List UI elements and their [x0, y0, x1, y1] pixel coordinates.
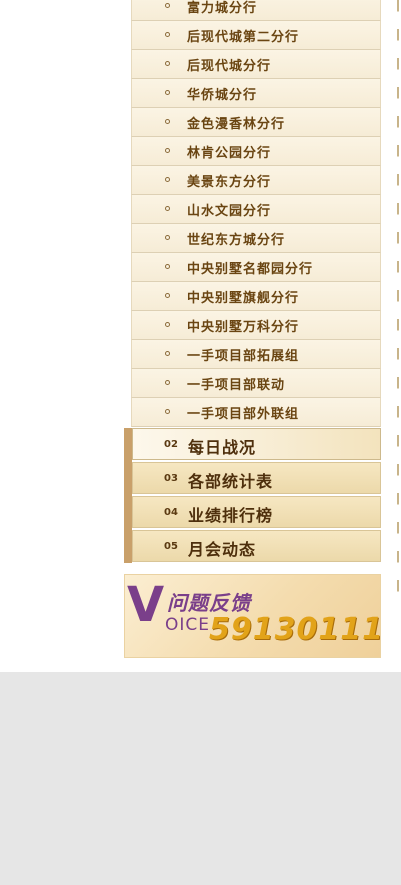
menu-item-number: 05 — [164, 541, 178, 552]
submenu-item-label: 中央别墅旗舰分行 — [187, 291, 300, 306]
bullet-icon — [165, 409, 170, 414]
voice-logo-v: V — [127, 577, 165, 633]
submenu-item-houxiandai-2[interactable]: 后现代城第二分行 — [131, 21, 381, 50]
bullet-icon — [165, 3, 170, 8]
submenu-item-liandong[interactable]: 一手项目部联动 — [131, 369, 381, 398]
submenu-item-label: 一手项目部联动 — [187, 378, 286, 393]
menu-item-number: 04 — [164, 507, 178, 518]
bullet-icon — [165, 61, 170, 66]
submenu-item-tuozhan[interactable]: 一手项目部拓展组 — [131, 340, 381, 369]
submenu-item-label: 美景东方分行 — [187, 175, 272, 190]
submenu-item-label: 华侨城分行 — [187, 88, 258, 103]
bullet-icon — [165, 90, 170, 95]
submenu-item-label: 山水文园分行 — [187, 204, 272, 219]
menu-item-monthly-news[interactable]: 05 月会动态 — [132, 530, 381, 562]
branch-submenu: 富力城分行 后现代城第二分行 后现代城分行 华侨城分行 金色漫香林分行 林肯公园… — [131, 0, 381, 427]
submenu-item-label: 一手项目部拓展组 — [187, 349, 300, 364]
submenu-item-label: 一手项目部外联组 — [187, 407, 300, 422]
main-menu: 02 每日战况 03 各部统计表 04 业绩排行榜 05 月会动态 — [132, 428, 381, 564]
footer-background — [0, 672, 401, 885]
bullet-icon — [165, 322, 170, 327]
submenu-item-shiji[interactable]: 世纪东方城分行 — [131, 224, 381, 253]
submenu-item-wailian[interactable]: 一手项目部外联组 — [131, 398, 381, 427]
menu-item-number: 02 — [164, 439, 178, 450]
submenu-item-mingduyuan[interactable]: 中央别墅名都园分行 — [131, 253, 381, 282]
feedback-phone: 59130111 — [209, 612, 381, 647]
bullet-icon — [165, 119, 170, 124]
bullet-icon — [165, 380, 170, 385]
menu-item-title: 各部统计表 — [188, 472, 274, 491]
voice-logo-oice: OICE — [165, 615, 211, 635]
submenu-item-label: 中央别墅名都园分行 — [187, 262, 314, 277]
menu-item-dept-stats[interactable]: 03 各部统计表 — [132, 462, 381, 494]
submenu-item-qijian[interactable]: 中央别墅旗舰分行 — [131, 282, 381, 311]
menu-item-title: 业绩排行榜 — [188, 506, 274, 525]
submenu-item-huaqiaocheng[interactable]: 华侨城分行 — [131, 79, 381, 108]
menu-item-ranking[interactable]: 04 业绩排行榜 — [132, 496, 381, 528]
bullet-icon — [165, 264, 170, 269]
menu-item-number: 03 — [164, 473, 178, 484]
submenu-item-jinse[interactable]: 金色漫香林分行 — [131, 108, 381, 137]
bullet-icon — [165, 32, 170, 37]
menu-accent-bar — [124, 428, 132, 563]
submenu-item-wanke[interactable]: 中央别墅万科分行 — [131, 311, 381, 340]
menu-item-daily-report[interactable]: 02 每日战况 — [132, 428, 381, 460]
menu-item-title: 每日战况 — [188, 438, 257, 457]
submenu-item-label: 林肯公园分行 — [187, 146, 272, 161]
bullet-icon — [165, 235, 170, 240]
submenu-item-label: 金色漫香林分行 — [187, 117, 286, 132]
submenu-item-fulicheng[interactable]: 富力城分行 — [131, 0, 381, 21]
submenu-item-label: 富力城分行 — [187, 1, 258, 16]
submenu-item-houxiandai[interactable]: 后现代城分行 — [131, 50, 381, 79]
bullet-icon — [165, 351, 170, 356]
submenu-item-label: 中央别墅万科分行 — [187, 320, 300, 335]
bullet-icon — [165, 177, 170, 182]
bullet-icon — [165, 206, 170, 211]
submenu-item-shanshui[interactable]: 山水文园分行 — [131, 195, 381, 224]
right-dotted-border — [397, 0, 399, 600]
bullet-icon — [165, 148, 170, 153]
submenu-item-label: 后现代城分行 — [187, 59, 272, 74]
feedback-banner[interactable]: V 问题反馈 OICE 59130111 — [124, 574, 381, 658]
submenu-item-linken[interactable]: 林肯公园分行 — [131, 137, 381, 166]
submenu-item-meijing[interactable]: 美景东方分行 — [131, 166, 381, 195]
submenu-item-label: 后现代城第二分行 — [187, 30, 300, 45]
submenu-item-label: 世纪东方城分行 — [187, 233, 286, 248]
menu-item-title: 月会动态 — [188, 540, 257, 559]
bullet-icon — [165, 293, 170, 298]
